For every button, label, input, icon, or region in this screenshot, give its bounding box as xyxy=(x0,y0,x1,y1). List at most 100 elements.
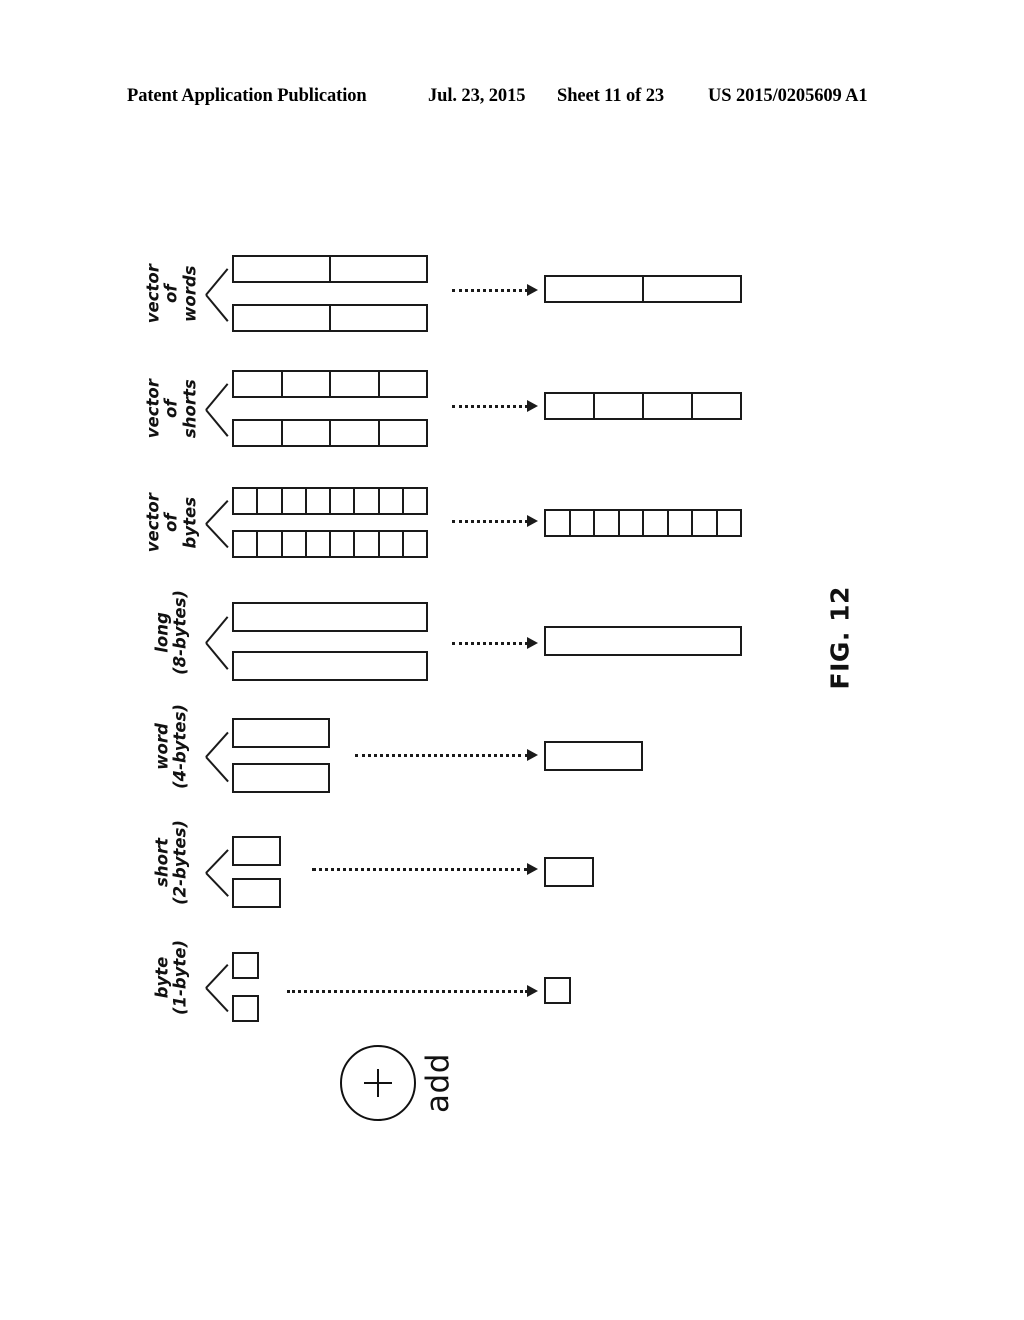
arrow-shaft xyxy=(287,989,528,993)
plus-icon-vertical xyxy=(376,1069,380,1097)
data-cell xyxy=(234,954,257,977)
data-cell xyxy=(355,532,380,556)
data-cell xyxy=(546,979,569,1002)
leader-upper-short xyxy=(205,849,229,874)
data-cell xyxy=(307,489,331,513)
operand-box-a-word xyxy=(232,718,330,748)
operand-box-b-vector-of-words xyxy=(232,304,428,332)
arrow-head-icon xyxy=(527,400,538,412)
type-label-word: word (4-bytes) xyxy=(152,696,191,796)
flow-arrow-byte xyxy=(287,985,538,997)
operand-box-b-byte xyxy=(232,995,259,1022)
arrow-head-icon xyxy=(527,749,538,761)
operand-box-a-vector-of-shorts xyxy=(232,370,428,398)
data-cell xyxy=(644,394,693,418)
arrow-shaft xyxy=(452,641,528,645)
data-cell xyxy=(380,421,427,445)
data-cell xyxy=(546,859,592,885)
leader-lower-vector-of-bytes xyxy=(205,522,229,548)
data-cell xyxy=(234,997,257,1020)
type-label-line: (1-byte) xyxy=(171,939,190,1015)
leader-upper-vector-of-shorts xyxy=(205,382,229,411)
type-label-vector-of-bytes: vector of bytes xyxy=(143,472,200,572)
leader-upper-byte xyxy=(205,963,229,989)
leader-upper-vector-of-words xyxy=(205,267,229,296)
leader-lower-short xyxy=(205,872,229,897)
data-cell xyxy=(234,421,283,445)
type-label-line: long xyxy=(152,611,172,653)
leader-lower-vector-of-shorts xyxy=(205,408,229,437)
type-label-long: long (8-bytes) xyxy=(152,582,191,682)
data-cell xyxy=(234,372,283,396)
figure-caption: FIG. 12 xyxy=(825,586,855,690)
arrow-head-icon xyxy=(527,863,538,875)
operand-box-b-short xyxy=(232,878,281,908)
type-label-line: (8-bytes) xyxy=(171,589,190,675)
type-label-line: short xyxy=(152,838,172,887)
add-operator-label: add xyxy=(420,1053,456,1113)
type-label-byte: byte (1-byte) xyxy=(153,927,191,1027)
data-cell xyxy=(331,257,426,281)
operand-box-a-vector-of-words xyxy=(232,255,428,283)
leader-lower-byte xyxy=(205,987,229,1013)
arrow-head-icon xyxy=(527,637,538,649)
data-cell xyxy=(644,277,740,301)
arrow-shaft xyxy=(452,288,528,292)
data-cell xyxy=(234,653,426,679)
flow-arrow-vector-of-words xyxy=(452,284,538,296)
type-label-line: vector xyxy=(143,263,163,323)
data-cell xyxy=(546,394,595,418)
data-cell xyxy=(404,489,426,513)
data-cell xyxy=(283,532,307,556)
data-cell xyxy=(718,511,741,535)
type-label-line: word xyxy=(152,722,172,770)
data-cell xyxy=(380,489,404,513)
data-cell xyxy=(331,306,426,330)
result-box-word xyxy=(544,741,643,771)
data-cell xyxy=(331,532,356,556)
operand-box-a-long xyxy=(232,602,428,632)
arrow-shaft xyxy=(452,519,528,523)
data-cell xyxy=(234,532,259,556)
arrow-head-icon xyxy=(527,515,538,527)
leader-lower-vector-of-words xyxy=(205,293,229,322)
data-cell xyxy=(234,257,331,281)
data-cell xyxy=(355,489,380,513)
data-cell xyxy=(258,489,283,513)
operand-box-a-vector-of-bytes xyxy=(232,487,428,515)
type-label-vector-of-words: vector of words xyxy=(143,243,199,343)
operand-box-a-short xyxy=(232,836,281,866)
leader-upper-word xyxy=(205,731,229,758)
type-label-short: short (2-bytes) xyxy=(152,812,191,912)
data-cell xyxy=(331,489,356,513)
data-cell xyxy=(283,421,331,445)
arrow-head-icon xyxy=(527,284,538,296)
data-cell xyxy=(595,511,620,535)
data-cell xyxy=(234,880,279,906)
leader-lower-word xyxy=(205,755,229,782)
arrow-shaft xyxy=(452,404,528,408)
operand-box-b-vector-of-bytes xyxy=(232,530,428,558)
result-box-long xyxy=(544,626,742,656)
operand-box-b-vector-of-shorts xyxy=(232,419,428,447)
operand-box-b-long xyxy=(232,651,428,681)
data-cell xyxy=(283,372,331,396)
arrow-shaft xyxy=(355,753,528,757)
type-label-line: of xyxy=(161,283,181,303)
type-label-line: (4-bytes) xyxy=(171,703,190,789)
data-cell xyxy=(546,628,740,654)
flow-arrow-word xyxy=(355,749,538,761)
type-label-line: of xyxy=(161,512,181,532)
flow-arrow-vector-of-shorts xyxy=(452,400,538,412)
data-cell xyxy=(307,532,331,556)
data-cell xyxy=(693,394,740,418)
data-cell xyxy=(234,720,328,746)
type-label-line: vector xyxy=(143,492,163,552)
data-cell xyxy=(595,394,644,418)
data-cell xyxy=(380,532,404,556)
type-label-line: bytes xyxy=(180,496,200,548)
type-label-vector-of-shorts: vector of shorts xyxy=(143,358,199,458)
data-cell xyxy=(234,604,426,630)
leader-upper-long xyxy=(205,615,229,644)
result-box-short xyxy=(544,857,594,887)
